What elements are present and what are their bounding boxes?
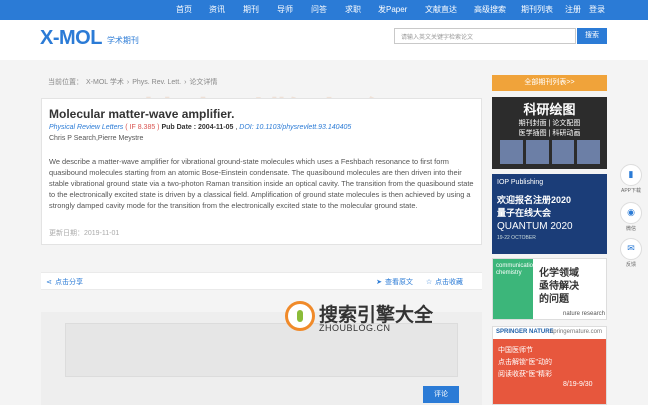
view-original-label: 查看原文 [385,279,413,286]
doi-link[interactable]: DOI: 10.1103/physrevlett.93.140405 [239,124,351,131]
ad1-line1: 期刊封面 | 论文配图 [518,120,581,127]
breadcrumb-prefix: 当前位置： [48,79,83,86]
ad2-line2: 量子在线大会 [497,208,552,218]
pub-date: Pub Date : 2004-11-05 [161,124,234,131]
logo-text: X-MOL [40,27,102,49]
wechat-icon: ◉ [627,207,635,217]
breadcrumb-sep: › [184,79,187,86]
nav-literature[interactable]: 文献直达 [425,4,457,15]
nav-qa[interactable]: 问答 [311,4,327,15]
logo-subtitle: 学术期刊 [106,35,139,45]
breadcrumb-current: 论文详情 [189,79,218,86]
share-label: 点击分享 [55,279,83,286]
article-card: Molecular matter-wave amplifier. Physica… [41,98,482,245]
app-download-button[interactable]: ▮ [620,164,642,186]
nav-mentors[interactable]: 导师 [277,4,293,15]
ad-banner-illustration[interactable]: 科研绘图 期刊封面 | 论文配图 医学插图 | 科研动画 [492,97,607,169]
ad1-line2: 医学插图 | 科研动画 [518,130,581,137]
all-journals-link[interactable]: 全部期刊列表>> [492,75,607,91]
comment-submit-button[interactable]: 评论 [423,386,459,403]
feedback-label: 反馈 [625,262,636,268]
ad1-title: 科研绘图 [523,102,576,117]
breadcrumb-home[interactable]: X-MOL 学术 [86,79,124,86]
breadcrumb-sep: › [126,79,130,86]
nav-login[interactable]: 登录 [589,4,605,15]
ad4-line3: 阅读收获"医"精彩 [498,371,552,378]
nav-register[interactable]: 注册 [565,4,581,15]
article-title: Molecular matter-wave amplifier. [49,107,235,121]
ad3-brand: communications chemistry [496,263,540,276]
ad2-dates: 19-22 OCTOBER [497,235,536,241]
ad1-thumbnails [500,140,600,164]
ad4-line2: 点击解锁"医"动的 [498,359,552,366]
impact-factor: ( IF 8.385 ) [125,124,160,131]
nav-news[interactable]: 资讯 [209,4,225,15]
watermark-ring-icon [285,301,315,331]
ad-banner-springer[interactable]: SPRINGER NATURE springernature.com 中国医师节… [492,326,607,405]
updated-date: 更新日期：2019-11-01 [49,230,120,237]
share-button[interactable]: ⋖ 点击分享 [45,277,83,287]
ad2-publisher: IOP Publishing [497,179,544,186]
search-input[interactable]: 请输入英文关键字检索论文 [394,28,576,44]
ad4-line1: 中国医师节 [498,347,533,354]
wechat-button[interactable]: ◉ [620,202,642,224]
view-original-button[interactable]: ➤ 查看原文 [375,277,413,287]
breadcrumb-journal[interactable]: Phys. Rev. Lett. [132,79,181,86]
star-icon: ☆ [425,279,433,286]
site-logo[interactable]: X-MOL 学术期刊 [40,28,139,48]
comment-input[interactable] [65,323,458,377]
search-button[interactable]: 搜索 [577,28,607,44]
action-bar: ⋖ 点击分享 ➤ 查看原文 ☆ 点击收藏 [41,272,482,290]
nav-journal-list[interactable]: 期刊列表 [521,4,553,15]
nav-journals[interactable]: 期刊 [243,4,259,15]
article-abstract: We describe a matter-wave amplifier for … [49,157,474,211]
article-authors: Chris P Search,Pierre Meystre [49,135,144,142]
ad-banner-chemistry[interactable]: communications chemistry 化学领域 亟待解决 的问题 n… [492,258,607,320]
breadcrumb: 当前位置： X-MOL 学术 › Phys. Rev. Lett. › 论文详情 [48,77,220,87]
nav-home[interactable]: 首页 [176,4,192,15]
ad4-site: springernature.com [550,329,602,335]
favorite-button[interactable]: ☆ 点击收藏 [425,277,463,287]
watermark-url: ZHOUBLOG.CN [319,323,391,333]
app-icon: ▮ [628,169,634,179]
ad3-foot: nature research [563,311,606,317]
nav-jobs[interactable]: 求职 [345,4,361,15]
wechat-label: 微信 [625,226,636,232]
journal-link[interactable]: Physical Review Letters [49,124,123,131]
nav-publish[interactable]: 发Paper [378,4,407,15]
ad4-date: 8/19-9/30 [563,381,593,388]
top-nav: 首页 资讯 期刊 导师 问答 求职 发Paper 文献直达 高级搜索 期刊列表 … [0,0,648,20]
ad3-line3: 的问题 [539,294,569,305]
favorite-label: 点击收藏 [435,279,463,286]
ad-banner-quantum[interactable]: IOP Publishing 欢迎报名注册2020 量子在线大会 QUANTUM… [492,174,607,254]
ad2-line1: 欢迎报名注册2020 [497,195,572,205]
ad4-brand: SPRINGER NATURE [496,329,554,335]
feedback-icon: ✉ [627,243,635,253]
ad3-cover: communications chemistry [493,259,539,319]
nav-advanced-search[interactable]: 高级搜索 [474,4,506,15]
feedback-button[interactable]: ✉ [620,238,642,260]
article-meta: Physical Review Letters ( IF 8.385 ) Pub… [49,124,352,131]
ad4-body: 中国医师节 点击解锁"医"动的 阅读收获"医"精彩 8/19-9/30 [493,339,606,404]
app-download-label: APP下载 [620,188,641,194]
ad2-line3: QUANTUM 2020 [497,221,573,232]
send-icon: ➤ [376,279,382,286]
share-icon: ⋖ [46,279,52,286]
